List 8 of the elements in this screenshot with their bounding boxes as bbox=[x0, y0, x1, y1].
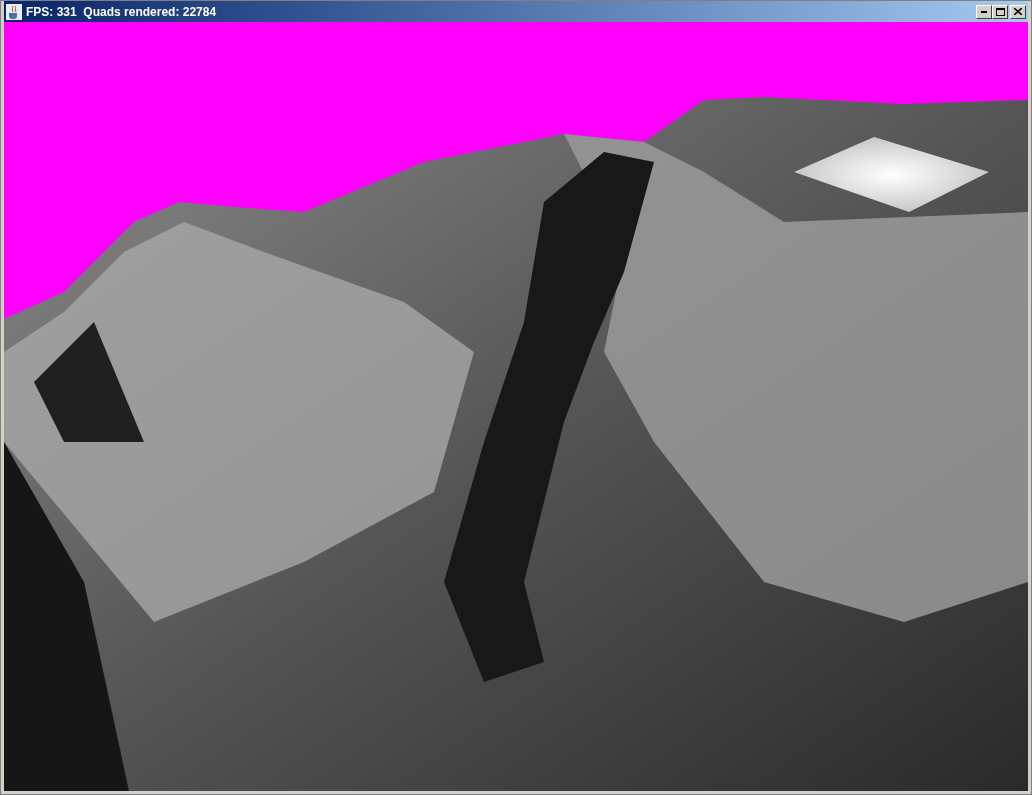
java-cup-icon bbox=[6, 3, 22, 20]
maximize-icon bbox=[995, 7, 1005, 16]
minimize-icon bbox=[981, 10, 987, 13]
close-icon bbox=[1014, 8, 1022, 15]
minimize-button[interactable] bbox=[976, 4, 992, 19]
window-title: FPS: 331 Quads rendered: 22784 bbox=[26, 3, 217, 21]
maximize-button[interactable] bbox=[992, 4, 1008, 19]
close-button[interactable] bbox=[1010, 4, 1026, 19]
